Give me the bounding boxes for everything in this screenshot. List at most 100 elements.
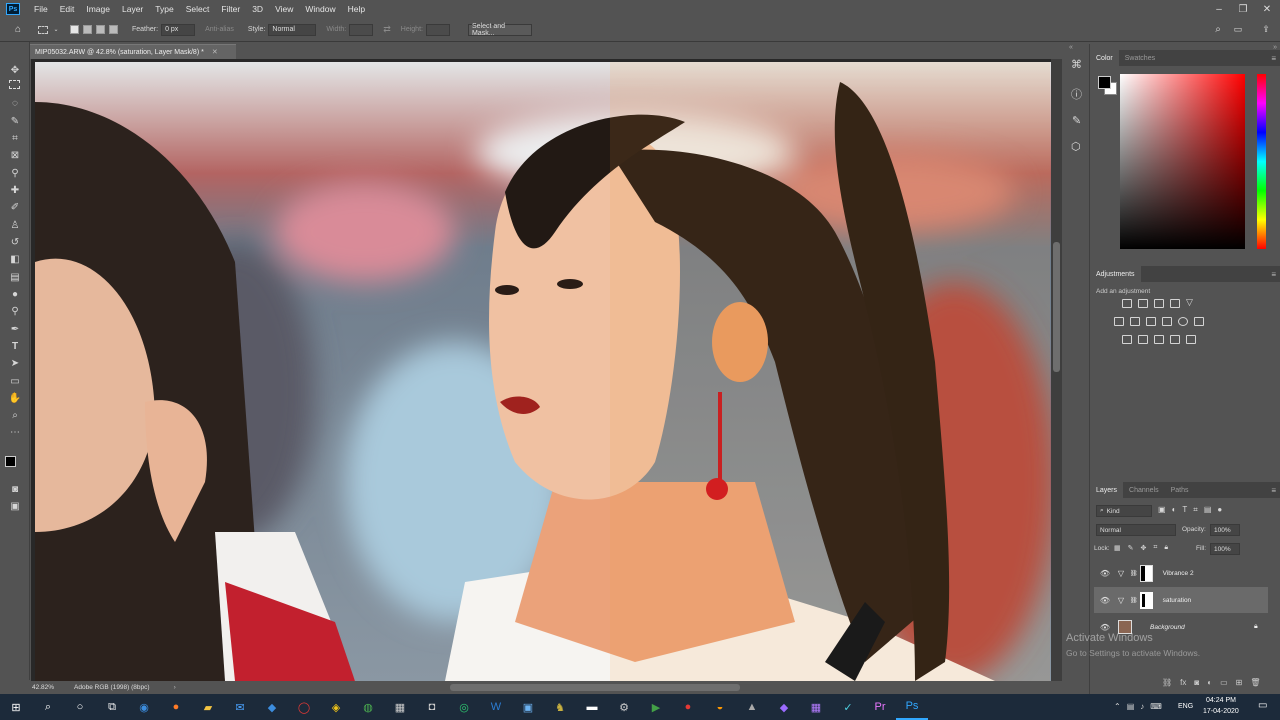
menu-file[interactable]: File — [28, 4, 54, 14]
document-canvas[interactable] — [35, 62, 1051, 681]
healing-brush-icon[interactable]: ✚ — [7, 183, 23, 198]
layer-style-icon[interactable]: fx — [1180, 678, 1186, 687]
camera-icon[interactable]: ◘ — [416, 694, 448, 720]
swap-icon[interactable]: ⇄ — [383, 24, 391, 35]
visibility-eye-icon[interactable]: 👁︎ — [1098, 596, 1112, 605]
more-tools-icon[interactable]: ⋯ — [7, 425, 23, 440]
share-icon[interactable]: ⇪ — [1260, 24, 1272, 36]
visibility-eye-icon[interactable]: 👁︎ — [1098, 623, 1112, 632]
collapse-icon[interactable]: « — [1069, 44, 1073, 51]
tab-swatches[interactable]: Swatches — [1119, 50, 1161, 66]
status-menu-icon[interactable]: › — [174, 684, 176, 691]
photoshop-taskbar-icon[interactable]: Ps — [896, 694, 928, 720]
add-selection-icon[interactable] — [83, 25, 92, 34]
brush-tool-icon[interactable]: ✐ — [7, 200, 23, 215]
invert-icon[interactable] — [1122, 335, 1132, 344]
app-icon[interactable]: ▣ — [512, 694, 544, 720]
volume-icon[interactable]: ♪ — [1140, 702, 1144, 711]
tab-channels[interactable]: Channels — [1123, 482, 1165, 498]
app-icon[interactable]: ◆ — [768, 694, 800, 720]
quick-select-icon[interactable]: ✎ — [7, 114, 23, 129]
photo-filter-icon[interactable] — [1162, 317, 1172, 326]
lock-transparent-icon[interactable]: ▦ — [1114, 544, 1121, 552]
app-icon[interactable]: ♞ — [544, 694, 576, 720]
close-tab-icon[interactable]: ✕ — [212, 48, 218, 56]
app-icon[interactable]: ◒ — [704, 694, 736, 720]
hue-saturation-icon[interactable] — [1114, 317, 1124, 326]
menu-type[interactable]: Type — [149, 4, 179, 14]
app-icon[interactable]: ⚙ — [608, 694, 640, 720]
type-tool-icon[interactable]: T — [7, 339, 23, 354]
app-icon[interactable]: ▲ — [736, 694, 768, 720]
3d-panel-icon[interactable]: ⬡ — [1071, 140, 1081, 153]
layer-row[interactable]: 👁︎ ▽ ⛓ Vibrance 2 — [1094, 560, 1274, 586]
panel-menu-icon[interactable]: ≡ — [1271, 486, 1276, 495]
search-icon[interactable]: ⌕ — [32, 694, 64, 720]
word-icon[interactable]: W — [480, 694, 512, 720]
height-input[interactable] — [425, 23, 450, 36]
new-group-icon[interactable]: ▭ — [1220, 678, 1228, 687]
screen-mode-icon[interactable]: ▣ — [7, 499, 23, 514]
app-icon[interactable]: ◎ — [448, 694, 480, 720]
start-icon[interactable]: ⊞ — [0, 694, 32, 720]
tab-color[interactable]: Color — [1090, 50, 1119, 66]
clock-date[interactable]: 17-04-2020 — [1203, 708, 1239, 715]
terminal-icon[interactable]: ▬ — [576, 694, 608, 720]
shape-filter-icon[interactable]: ⌗ — [1193, 505, 1198, 515]
blend-mode-select[interactable]: Normal — [1096, 524, 1176, 536]
link-layers-icon[interactable]: ⛓ — [1162, 678, 1172, 687]
visibility-eye-icon[interactable]: 👁︎ — [1098, 569, 1112, 578]
layer-mask-thumbnail[interactable] — [1139, 591, 1153, 609]
new-layer-icon[interactable]: ⊞ — [1236, 678, 1243, 687]
vertical-scrollbar[interactable] — [1051, 59, 1062, 681]
curves-icon[interactable] — [1154, 299, 1164, 308]
edge-icon[interactable]: ◉ — [128, 694, 160, 720]
workspace-icon[interactable]: ▭ — [1232, 24, 1244, 36]
feather-input[interactable]: 0 px — [161, 23, 196, 36]
pixel-filter-icon[interactable]: ▣ — [1158, 505, 1166, 515]
lock-image-icon[interactable]: ✎ — [1128, 544, 1134, 552]
chevron-down-icon[interactable]: ⌄ — [50, 24, 62, 36]
brush-panel-icon[interactable]: ✎ — [1072, 114, 1081, 127]
new-adjustment-icon[interactable]: ◐ — [1207, 678, 1212, 687]
selective-color-icon[interactable] — [1186, 335, 1196, 344]
panel-menu-icon[interactable]: ≡ — [1271, 270, 1276, 279]
lasso-tool-icon[interactable]: ◌ — [7, 96, 23, 111]
select-and-mask-button[interactable]: Select and Mask... — [467, 23, 532, 37]
black-white-icon[interactable] — [1146, 317, 1156, 326]
marquee-preset-icon[interactable] — [38, 25, 48, 34]
delete-layer-icon[interactable]: 🗑︎ — [1250, 678, 1260, 687]
document-tab[interactable]: MIP05032.ARW @ 42.8% (saturation, Layer … — [30, 44, 236, 59]
type-filter-icon[interactable]: T — [1182, 505, 1187, 515]
tab-paths[interactable]: Paths — [1165, 482, 1195, 498]
move-tool-icon[interactable]: ✥ — [7, 63, 23, 78]
mail-icon[interactable]: ✉ — [224, 694, 256, 720]
pen-tool-icon[interactable]: ✒ — [7, 322, 23, 337]
menu-layer[interactable]: Layer — [116, 4, 149, 14]
lock-all-icon[interactable]: 🔒︎ — [1164, 544, 1168, 552]
filter-toggle-icon[interactable]: ● — [1217, 505, 1222, 515]
menu-3d[interactable]: 3D — [246, 4, 269, 14]
clock-time[interactable]: 04:24 PM — [1206, 697, 1236, 704]
zoom-tool-icon[interactable]: ⌕ — [7, 408, 23, 423]
threshold-icon[interactable] — [1154, 335, 1164, 344]
add-mask-icon[interactable]: ◙ — [1194, 678, 1199, 687]
opacity-input[interactable]: 100% — [1210, 524, 1240, 536]
smart-object-filter-icon[interactable]: ▤ — [1204, 505, 1212, 515]
clone-stamp-icon[interactable]: ♙ — [7, 218, 23, 233]
app-icon[interactable]: ▦ — [384, 694, 416, 720]
crop-tool-icon[interactable]: ⌗ — [7, 131, 23, 146]
notifications-icon[interactable]: ▭ — [1258, 700, 1267, 711]
intersect-selection-icon[interactable] — [109, 25, 118, 34]
history-brush-icon[interactable]: ↺ — [7, 235, 23, 250]
zoom-level[interactable]: 42.82% — [32, 684, 54, 691]
quick-mask-icon[interactable]: ◙ — [7, 482, 23, 497]
channel-mixer-icon[interactable] — [1178, 317, 1188, 326]
levels-icon[interactable] — [1138, 299, 1148, 308]
lock-artboard-icon[interactable]: ⌗ — [1153, 544, 1157, 552]
layer-row-selected[interactable]: 👁︎ ▽ ⛓ saturation — [1094, 587, 1268, 613]
app-icon[interactable]: ▶ — [640, 694, 672, 720]
eyedropper-icon[interactable]: ⚲ — [7, 166, 23, 181]
menu-select[interactable]: Select — [180, 4, 216, 14]
premiere-icon[interactable]: Pr — [864, 694, 896, 720]
